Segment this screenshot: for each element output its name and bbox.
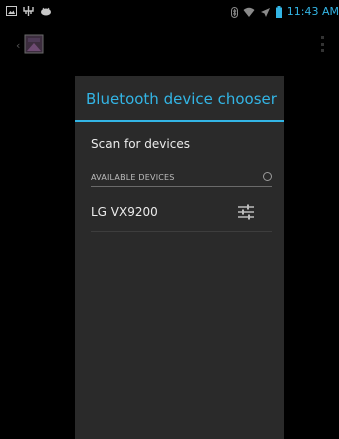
title-divider [75,120,284,122]
status-notification-icons [6,6,52,16]
bluetooth-icon [230,6,238,18]
background-app-action-bar: ‹ [0,34,339,56]
available-devices-label: AVAILABLE DEVICES [91,173,175,182]
android-debug-icon [41,7,51,16]
wifi-icon [243,7,255,17]
device-item-lg-vx9200[interactable]: LG VX9200 [75,196,284,230]
scanning-progress-icon [263,172,272,181]
status-clock: 11:43 AM [286,5,339,18]
available-devices-header: AVAILABLE DEVICES [91,170,272,186]
battery-icon [275,6,282,18]
dialog-title: Bluetooth device chooser [86,90,277,108]
app-icon [24,34,44,54]
device-name: LG VX9200 [91,205,158,219]
status-bar: 11:43 AM [0,0,339,24]
up-chevron-icon: ‹ [16,39,21,52]
settings-sliders-icon[interactable] [236,202,256,222]
airplane-mode-icon [260,7,270,17]
status-system-icons: 11:43 AM [230,4,339,20]
overflow-menu-icon [321,36,324,52]
item-divider [91,231,272,232]
gallery-icon [6,6,17,16]
section-divider [91,186,272,187]
usb-icon [23,6,34,16]
bluetooth-chooser-dialog: Bluetooth device chooser Scan for device… [75,76,284,439]
scan-for-devices-button[interactable]: Scan for devices [75,131,284,157]
scan-for-devices-label: Scan for devices [91,137,190,151]
